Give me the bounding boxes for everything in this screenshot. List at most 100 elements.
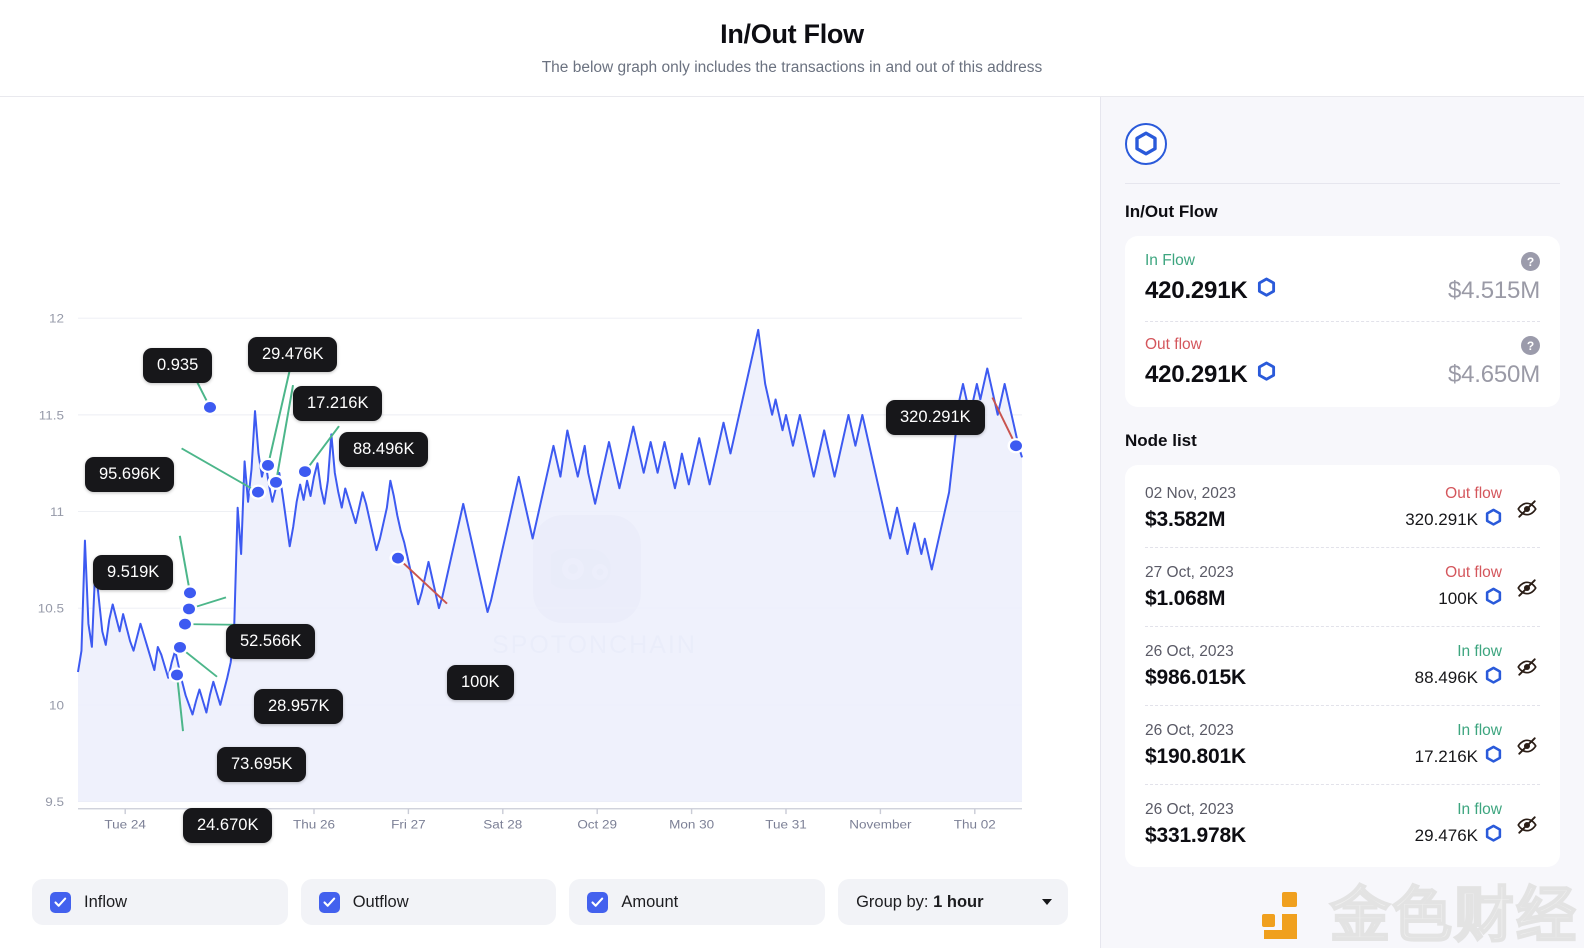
chart-annotation-chip[interactable]: 320.291K (886, 400, 985, 435)
x-axis-tick: Mon 30 (669, 817, 714, 831)
chart-annotation-chip[interactable]: 17.216K (293, 386, 383, 421)
toggle-outflow[interactable]: Outflow (300, 879, 557, 925)
x-axis-tick: Tue 31 (765, 817, 807, 831)
page-header: In/Out Flow The below graph only include… (0, 0, 1584, 97)
y-axis-tick: 12 (49, 311, 64, 325)
chart-pane: SPOTONCHAIN 9.51010.51111.512 Tue 24Wed … (0, 97, 1100, 948)
jinse-watermark: 金色财经 (1258, 884, 1578, 948)
chainlink-token-icon (1485, 824, 1502, 848)
node-direction: Out flow (1445, 485, 1502, 502)
amount-label: Amount (621, 892, 679, 911)
chart-annotation-chip[interactable]: 24.670K (183, 808, 273, 843)
chart-annotation-chip[interactable]: 9.519K (93, 555, 174, 590)
jinse-logo-icon (1262, 892, 1297, 939)
chart-area[interactable]: SPOTONCHAIN 9.51010.51111.512 Tue 24Wed … (0, 97, 1100, 856)
chart-annotation-chip[interactable]: 88.496K (339, 432, 429, 467)
node-list: 02 Nov, 2023 $3.582M Out flow 320.291K 27 Oc… (1125, 465, 1560, 867)
hide-node-eye-off-icon[interactable] (1514, 814, 1540, 836)
node-item-left: 27 Oct, 2023 $1.068M (1145, 564, 1426, 611)
node-direction: In flow (1457, 643, 1502, 660)
inflow-label: In Flow (1145, 252, 1195, 269)
chainlink-token-icon (1485, 745, 1502, 769)
flow-summary-card: ? In Flow 420.291K $4.515M ? Out flow 42… (1125, 236, 1560, 407)
node-date: 26 Oct, 2023 (1145, 722, 1234, 739)
group-by-prefix: Group by: (856, 892, 929, 911)
flow-card-separator (1145, 321, 1540, 322)
y-axis-tick: 10.5 (38, 601, 64, 615)
node-amount: 29.476K (1415, 824, 1502, 848)
hide-node-eye-off-icon[interactable] (1514, 498, 1540, 520)
node-direction: Out flow (1445, 564, 1502, 581)
node-list-item[interactable]: 26 Oct, 2023 $190.801K In flow 17.216K (1145, 705, 1540, 784)
node-list-item[interactable]: 26 Oct, 2023 $331.978K In flow 29.476K (1145, 784, 1540, 863)
x-axis-tick: Thu 26 (293, 817, 335, 831)
y-axis-tick: 9.5 (45, 795, 64, 809)
sidebar-divider (1125, 183, 1560, 184)
group-by-dropdown[interactable]: Group by: 1 hour (838, 879, 1068, 925)
hide-node-eye-off-icon[interactable] (1514, 656, 1540, 678)
chart-annotation-chip[interactable]: 0.935 (143, 348, 213, 383)
node-usd-value: $986.015K (1145, 666, 1246, 689)
node-amount: 88.496K (1415, 666, 1502, 690)
chevron-down-icon[interactable] (1042, 899, 1052, 905)
chart-annotation-chip[interactable]: 95.696K (85, 457, 175, 492)
amount-checkbox[interactable] (587, 891, 609, 913)
inflow-checkbox[interactable] (50, 891, 71, 913)
node-usd-value: $190.801K (1145, 745, 1246, 768)
node-direction: In flow (1457, 801, 1502, 818)
node-list-item[interactable]: 02 Nov, 2023 $3.582M Out flow 320.291K (1145, 469, 1540, 547)
x-axis-tick: Thu 02 (954, 817, 996, 831)
y-axis-tick: 11 (50, 505, 64, 519)
inflow-label: Inflow (84, 892, 128, 911)
chainlink-token-icon (1485, 666, 1502, 690)
node-item-right: In flow 88.496K (1415, 643, 1502, 690)
toggle-inflow[interactable]: Inflow (32, 879, 288, 925)
outflow-usd: $4.650M (1448, 361, 1540, 388)
node-amount: 100K (1438, 587, 1502, 611)
node-date: 02 Nov, 2023 (1145, 485, 1237, 502)
node-list-item[interactable]: 26 Oct, 2023 $986.015K In flow 88.496K (1145, 626, 1540, 705)
details-sidebar: In/Out Flow ? In Flow 420.291K $4.515M ?… (1100, 97, 1584, 948)
node-usd-value: $3.582M (1145, 508, 1226, 531)
page-title: In/Out Flow (720, 19, 864, 50)
chart-annotation-chip[interactable]: 28.957K (254, 689, 344, 724)
node-item-left: 26 Oct, 2023 $331.978K (1145, 801, 1403, 848)
in-out-flow-page: In/Out Flow The below graph only include… (0, 0, 1584, 948)
chart-annotation-chip[interactable]: 100K (447, 665, 514, 700)
page-body: SPOTONCHAIN 9.51010.51111.512 Tue 24Wed … (0, 97, 1584, 948)
node-item-left: 26 Oct, 2023 $986.015K (1145, 643, 1403, 690)
node-usd-value: $1.068M (1145, 587, 1226, 610)
outflow-row: ? Out flow 420.291K $4.650M (1145, 336, 1540, 389)
chart-annotation-chip[interactable]: 52.566K (226, 624, 316, 659)
x-axis-tick: Tue 24 (104, 817, 146, 831)
node-direction: In flow (1457, 722, 1502, 739)
node-date: 27 Oct, 2023 (1145, 564, 1234, 581)
node-list-title: Node list (1125, 431, 1197, 450)
chainlink-token-icon (1485, 508, 1502, 532)
hide-node-eye-off-icon[interactable] (1514, 735, 1540, 757)
token-logo-row (1125, 119, 1560, 183)
node-list-item[interactable]: 27 Oct, 2023 $1.068M Out flow 100K (1145, 547, 1540, 626)
chart-annotation-chip[interactable]: 73.695K (217, 747, 307, 782)
x-axis-tick: November (849, 817, 912, 831)
node-amount: 17.216K (1415, 745, 1502, 769)
chart-controls: Inflow Outflow Amount Group by: 1 hour (0, 856, 1100, 948)
toggle-amount[interactable]: Amount (569, 879, 826, 925)
chart-annotation-chip[interactable]: 29.476K (248, 337, 338, 372)
node-amount: 320.291K (1405, 508, 1502, 532)
chainlink-icon (1125, 123, 1167, 165)
node-date: 26 Oct, 2023 (1145, 801, 1234, 818)
flow-section-title: In/Out Flow (1125, 202, 1218, 221)
jinse-watermark-text: 金色财经 (1329, 881, 1578, 948)
inflow-help-icon[interactable]: ? (1521, 252, 1540, 271)
chainlink-token-icon (1485, 587, 1502, 611)
hide-node-eye-off-icon[interactable] (1514, 577, 1540, 599)
outflow-help-icon[interactable]: ? (1521, 336, 1540, 355)
x-axis-tick: Fri 27 (391, 817, 425, 831)
node-item-right: Out flow 100K (1438, 564, 1502, 611)
node-item-left: 26 Oct, 2023 $190.801K (1145, 722, 1403, 769)
inflow-amount: 420.291K (1145, 277, 1248, 304)
x-axis-tick: Oct 29 (577, 817, 617, 831)
y-axis-tick: 10 (49, 698, 64, 712)
outflow-checkbox[interactable] (318, 891, 340, 913)
